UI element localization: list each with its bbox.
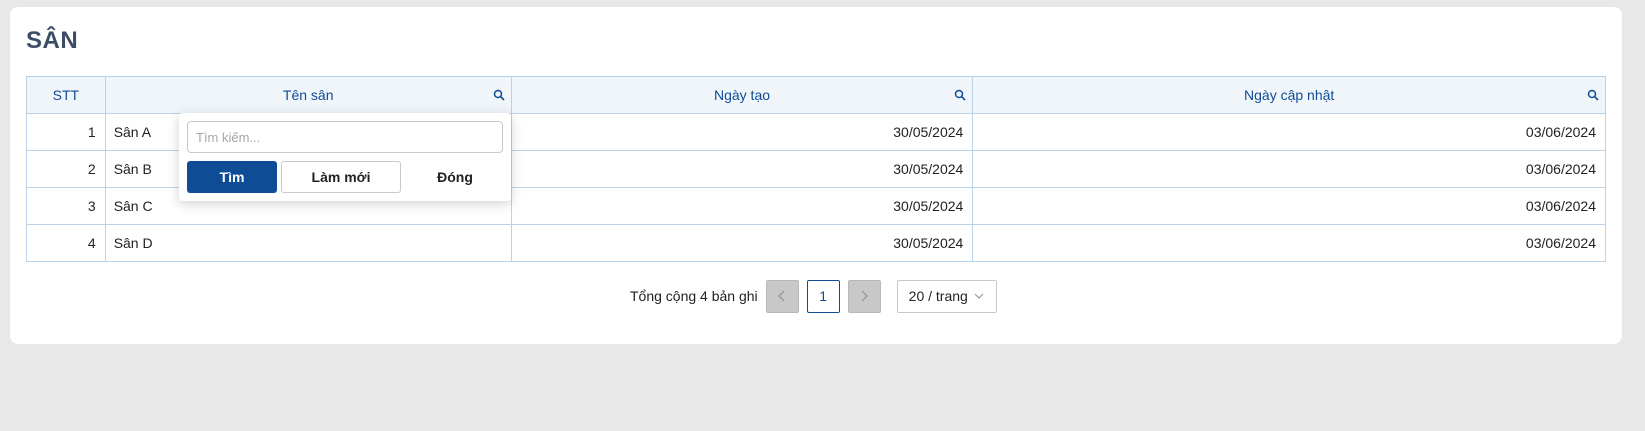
page-button-current[interactable]: 1 — [806, 279, 840, 313]
page-title: SÂN — [26, 27, 79, 54]
reset-button[interactable]: Làm mới — [281, 161, 401, 193]
cell-created: 30/05/2024 — [510, 224, 974, 262]
prev-page-button[interactable] — [765, 279, 799, 313]
cell-updated: 03/06/2024 — [972, 224, 1606, 262]
pagination: Tổng cộng 4 bản ghi 1 20 / trang — [630, 279, 997, 313]
column-header-label: Ngày tạo — [713, 87, 771, 103]
cell-stt: 1 — [26, 113, 106, 151]
cell-updated: 03/06/2024 — [972, 113, 1606, 151]
cell-name: Sân D — [104, 224, 512, 262]
search-icon[interactable] — [493, 89, 505, 101]
cell-stt: 4 — [26, 224, 106, 262]
search-icon[interactable] — [954, 89, 966, 101]
page-size-value: 20 / trang — [908, 288, 968, 304]
column-header-ngay-cap-nhat[interactable]: Ngày cập nhật — [972, 76, 1606, 114]
close-button[interactable]: Đóng — [405, 161, 505, 193]
search-icon[interactable] — [1587, 89, 1599, 101]
chevron-down-icon — [974, 293, 984, 299]
table-header-row: STT Tên sân Ngày tạo Ngày cập nhật — [26, 76, 1606, 114]
cell-created: 30/05/2024 — [510, 113, 974, 151]
column-header-stt[interactable]: STT — [26, 76, 106, 114]
cell-updated: 03/06/2024 — [972, 187, 1606, 225]
cell-created: 30/05/2024 — [510, 187, 974, 225]
column-header-ngay-tao[interactable]: Ngày tạo — [510, 76, 974, 114]
chevron-left-icon — [778, 290, 785, 302]
table-row[interactable]: 4 Sân D 30/05/2024 03/06/2024 — [26, 224, 1606, 262]
cell-updated: 03/06/2024 — [972, 150, 1606, 188]
cell-stt: 2 — [26, 150, 106, 188]
pagination-total: Tổng cộng 4 bản ghi — [630, 288, 758, 304]
search-input[interactable] — [187, 121, 503, 153]
cell-created: 30/05/2024 — [510, 150, 974, 188]
column-header-ten-san[interactable]: Tên sân — [104, 76, 512, 114]
cell-stt: 3 — [26, 187, 106, 225]
chevron-right-icon — [861, 290, 869, 302]
next-page-button[interactable] — [847, 279, 881, 313]
column-header-label: Tên sân — [282, 87, 334, 103]
page-size-select[interactable]: 20 / trang — [896, 279, 997, 313]
column-header-label: Ngày cập nhật — [1244, 87, 1335, 103]
column-filter-popup: Tìm Làm mới Đóng — [179, 113, 511, 201]
search-button[interactable]: Tìm — [187, 161, 277, 193]
